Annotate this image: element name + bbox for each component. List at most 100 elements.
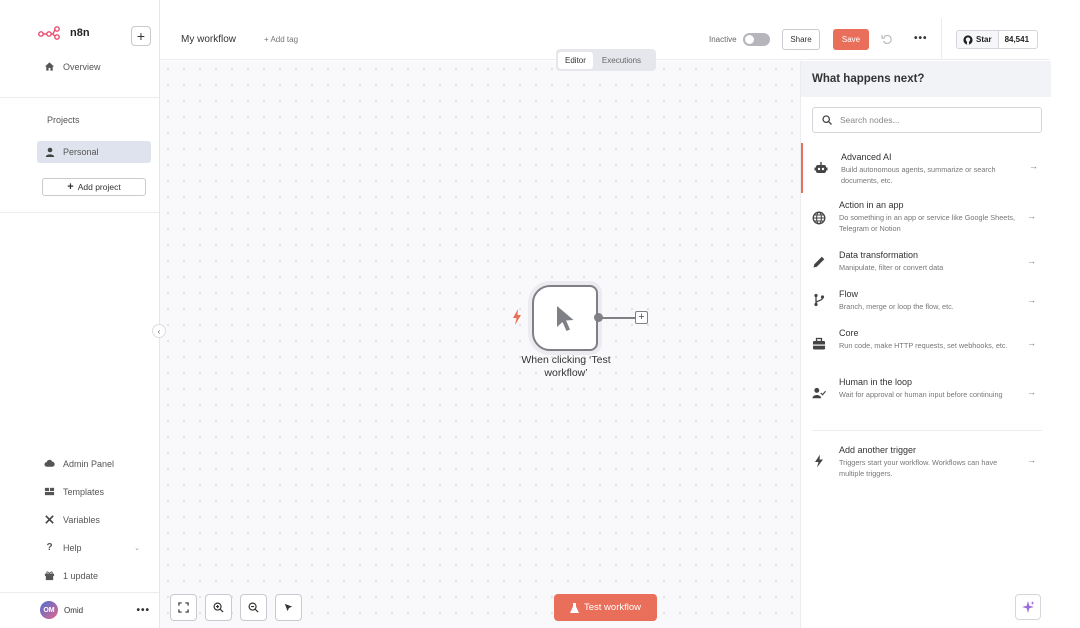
node-creator-panel: What happens next? Search nodes... Advan… xyxy=(800,61,1051,628)
divider xyxy=(0,592,159,593)
github-icon xyxy=(963,34,973,45)
category-title: Action in an app xyxy=(839,200,904,210)
workflow-name[interactable]: My workflow xyxy=(181,34,236,45)
tab-executions[interactable]: Executions xyxy=(595,52,648,69)
sparkle-icon xyxy=(1022,601,1035,613)
arrow-right-icon: → xyxy=(1027,295,1036,305)
user-more-icon[interactable]: ••• xyxy=(136,605,150,616)
chevron-left-icon: ‹ xyxy=(157,326,161,336)
category-description: Manipulate, filter or convert data xyxy=(839,263,944,272)
sidebar-item-label: Templates xyxy=(63,486,105,497)
sidebar-item-label: Personal xyxy=(63,147,99,157)
arrow-right-icon: → xyxy=(1027,256,1036,266)
add-node-button[interactable]: + xyxy=(635,311,648,324)
fit-view-icon xyxy=(178,602,189,613)
category-description: Run code, make HTTP requests, set webhoo… xyxy=(839,341,1008,350)
arrow-right-icon: → xyxy=(1027,455,1036,465)
github-star-count: 84,541 xyxy=(1004,35,1030,44)
pencil-icon xyxy=(813,256,825,268)
workflow-canvas[interactable]: + When clicking ‘Test workflow’ Test wor… xyxy=(160,61,800,628)
category-data-transformation[interactable]: Data transformation Manipulate, filter o… xyxy=(801,247,1051,281)
sidebar-item-label: 1 update xyxy=(63,570,99,581)
tab-editor[interactable]: Editor xyxy=(558,51,593,69)
undo-icon[interactable] xyxy=(881,33,893,45)
user-check-icon xyxy=(812,387,826,399)
arrow-right-icon: → xyxy=(1027,211,1036,221)
templates-icon xyxy=(44,487,55,496)
category-add-another-trigger[interactable]: Add another trigger Triggers start your … xyxy=(801,442,1051,482)
panel-title: What happens next? xyxy=(801,61,1051,97)
zoom-out-button[interactable] xyxy=(240,594,267,621)
active-status-label: Inactive xyxy=(709,35,737,44)
sidebar-item-label: Help xyxy=(63,542,82,553)
save-button[interactable]: Save xyxy=(833,29,869,50)
category-description: Branch, merge or loop the flow, etc. xyxy=(839,302,954,311)
plus-icon: + xyxy=(136,28,146,44)
test-workflow-button[interactable]: Test workflow xyxy=(554,594,657,621)
sidebar-item-templates[interactable]: Templates xyxy=(44,486,104,497)
robot-icon xyxy=(814,162,828,173)
zoom-in-icon xyxy=(213,602,224,613)
pointer-icon xyxy=(284,603,293,612)
logo[interactable]: n8n xyxy=(38,26,90,40)
category-action-in-app[interactable]: Action in an app Do something in an app … xyxy=(801,197,1051,243)
plus-icon: + xyxy=(67,181,74,193)
globe-icon xyxy=(812,211,826,225)
zoom-in-button[interactable] xyxy=(205,594,232,621)
projects-heading: Projects xyxy=(47,115,80,125)
category-core[interactable]: Core Run code, make HTTP requests, set w… xyxy=(801,325,1051,371)
test-workflow-label: Test workflow xyxy=(583,602,641,613)
search-icon xyxy=(822,115,832,125)
active-toggle[interactable] xyxy=(743,33,770,46)
category-title: Add another trigger xyxy=(839,445,917,455)
share-button[interactable]: Share xyxy=(782,29,820,50)
category-description: Do something in an app or service like G… xyxy=(839,213,1016,233)
category-title: Data transformation xyxy=(839,250,919,260)
n8n-logo-icon xyxy=(38,26,60,40)
category-description: Build autonomous agents, summarize or se… xyxy=(841,165,996,185)
node-label: When clicking ‘Test workflow’ xyxy=(521,354,611,379)
cursor-icon xyxy=(557,306,574,331)
zoom-out-icon xyxy=(248,602,259,613)
sidebar: n8n + Overview Projects Personal + Add p… xyxy=(0,0,160,628)
trigger-node[interactable] xyxy=(532,285,598,351)
sidebar-item-variables[interactable]: Variables xyxy=(44,514,100,525)
search-input[interactable]: Search nodes... xyxy=(812,107,1042,133)
sidebar-item-personal[interactable]: Personal xyxy=(37,141,151,163)
category-human-in-the-loop[interactable]: Human in the loop Wait for approval or h… xyxy=(801,374,1051,420)
tidy-up-button[interactable] xyxy=(275,594,302,621)
ai-assistant-button[interactable] xyxy=(1015,594,1041,620)
divider xyxy=(0,97,159,98)
search-placeholder: Search nodes... xyxy=(840,115,900,125)
create-button[interactable]: + xyxy=(131,26,151,46)
category-title: Advanced AI xyxy=(841,152,892,162)
node-connection-line xyxy=(601,317,635,319)
github-star-button[interactable]: Star 84,541 xyxy=(956,30,1038,49)
user-menu[interactable]: OM Omid ••• xyxy=(40,601,150,619)
sidebar-item-update[interactable]: 1 update xyxy=(44,570,98,581)
sidebar-item-overview[interactable]: Overview xyxy=(44,61,101,72)
variables-icon xyxy=(45,515,54,524)
category-advanced-ai[interactable]: Advanced AI Build autonomous agents, sum… xyxy=(801,143,1051,193)
user-name: Omid xyxy=(64,605,84,615)
logo-text: n8n xyxy=(70,27,90,39)
add-tag-button[interactable]: + Add tag xyxy=(264,35,298,44)
sidebar-item-label: Overview xyxy=(63,61,101,72)
more-options-button[interactable]: ••• xyxy=(914,33,928,44)
chevron-down-icon: ⌄ xyxy=(134,544,140,552)
collapse-sidebar-button[interactable]: ‹ xyxy=(152,324,166,338)
bolt-icon xyxy=(815,454,823,468)
home-icon xyxy=(44,62,55,71)
fit-view-button[interactable] xyxy=(170,594,197,621)
avatar: OM xyxy=(40,601,58,619)
category-title: Flow xyxy=(839,289,859,299)
trigger-bolt-icon xyxy=(513,309,521,325)
sidebar-item-admin-panel[interactable]: Admin Panel xyxy=(44,458,114,469)
sidebar-item-help[interactable]: ? Help ⌄ xyxy=(44,542,140,553)
add-project-button[interactable]: + Add project xyxy=(42,178,146,196)
category-description: Wait for approval or human input before … xyxy=(839,390,1003,399)
help-icon: ? xyxy=(46,542,53,553)
category-flow[interactable]: Flow Branch, merge or loop the flow, etc… xyxy=(801,286,1051,320)
sidebar-item-label: Admin Panel xyxy=(63,458,115,469)
divider xyxy=(0,212,159,213)
